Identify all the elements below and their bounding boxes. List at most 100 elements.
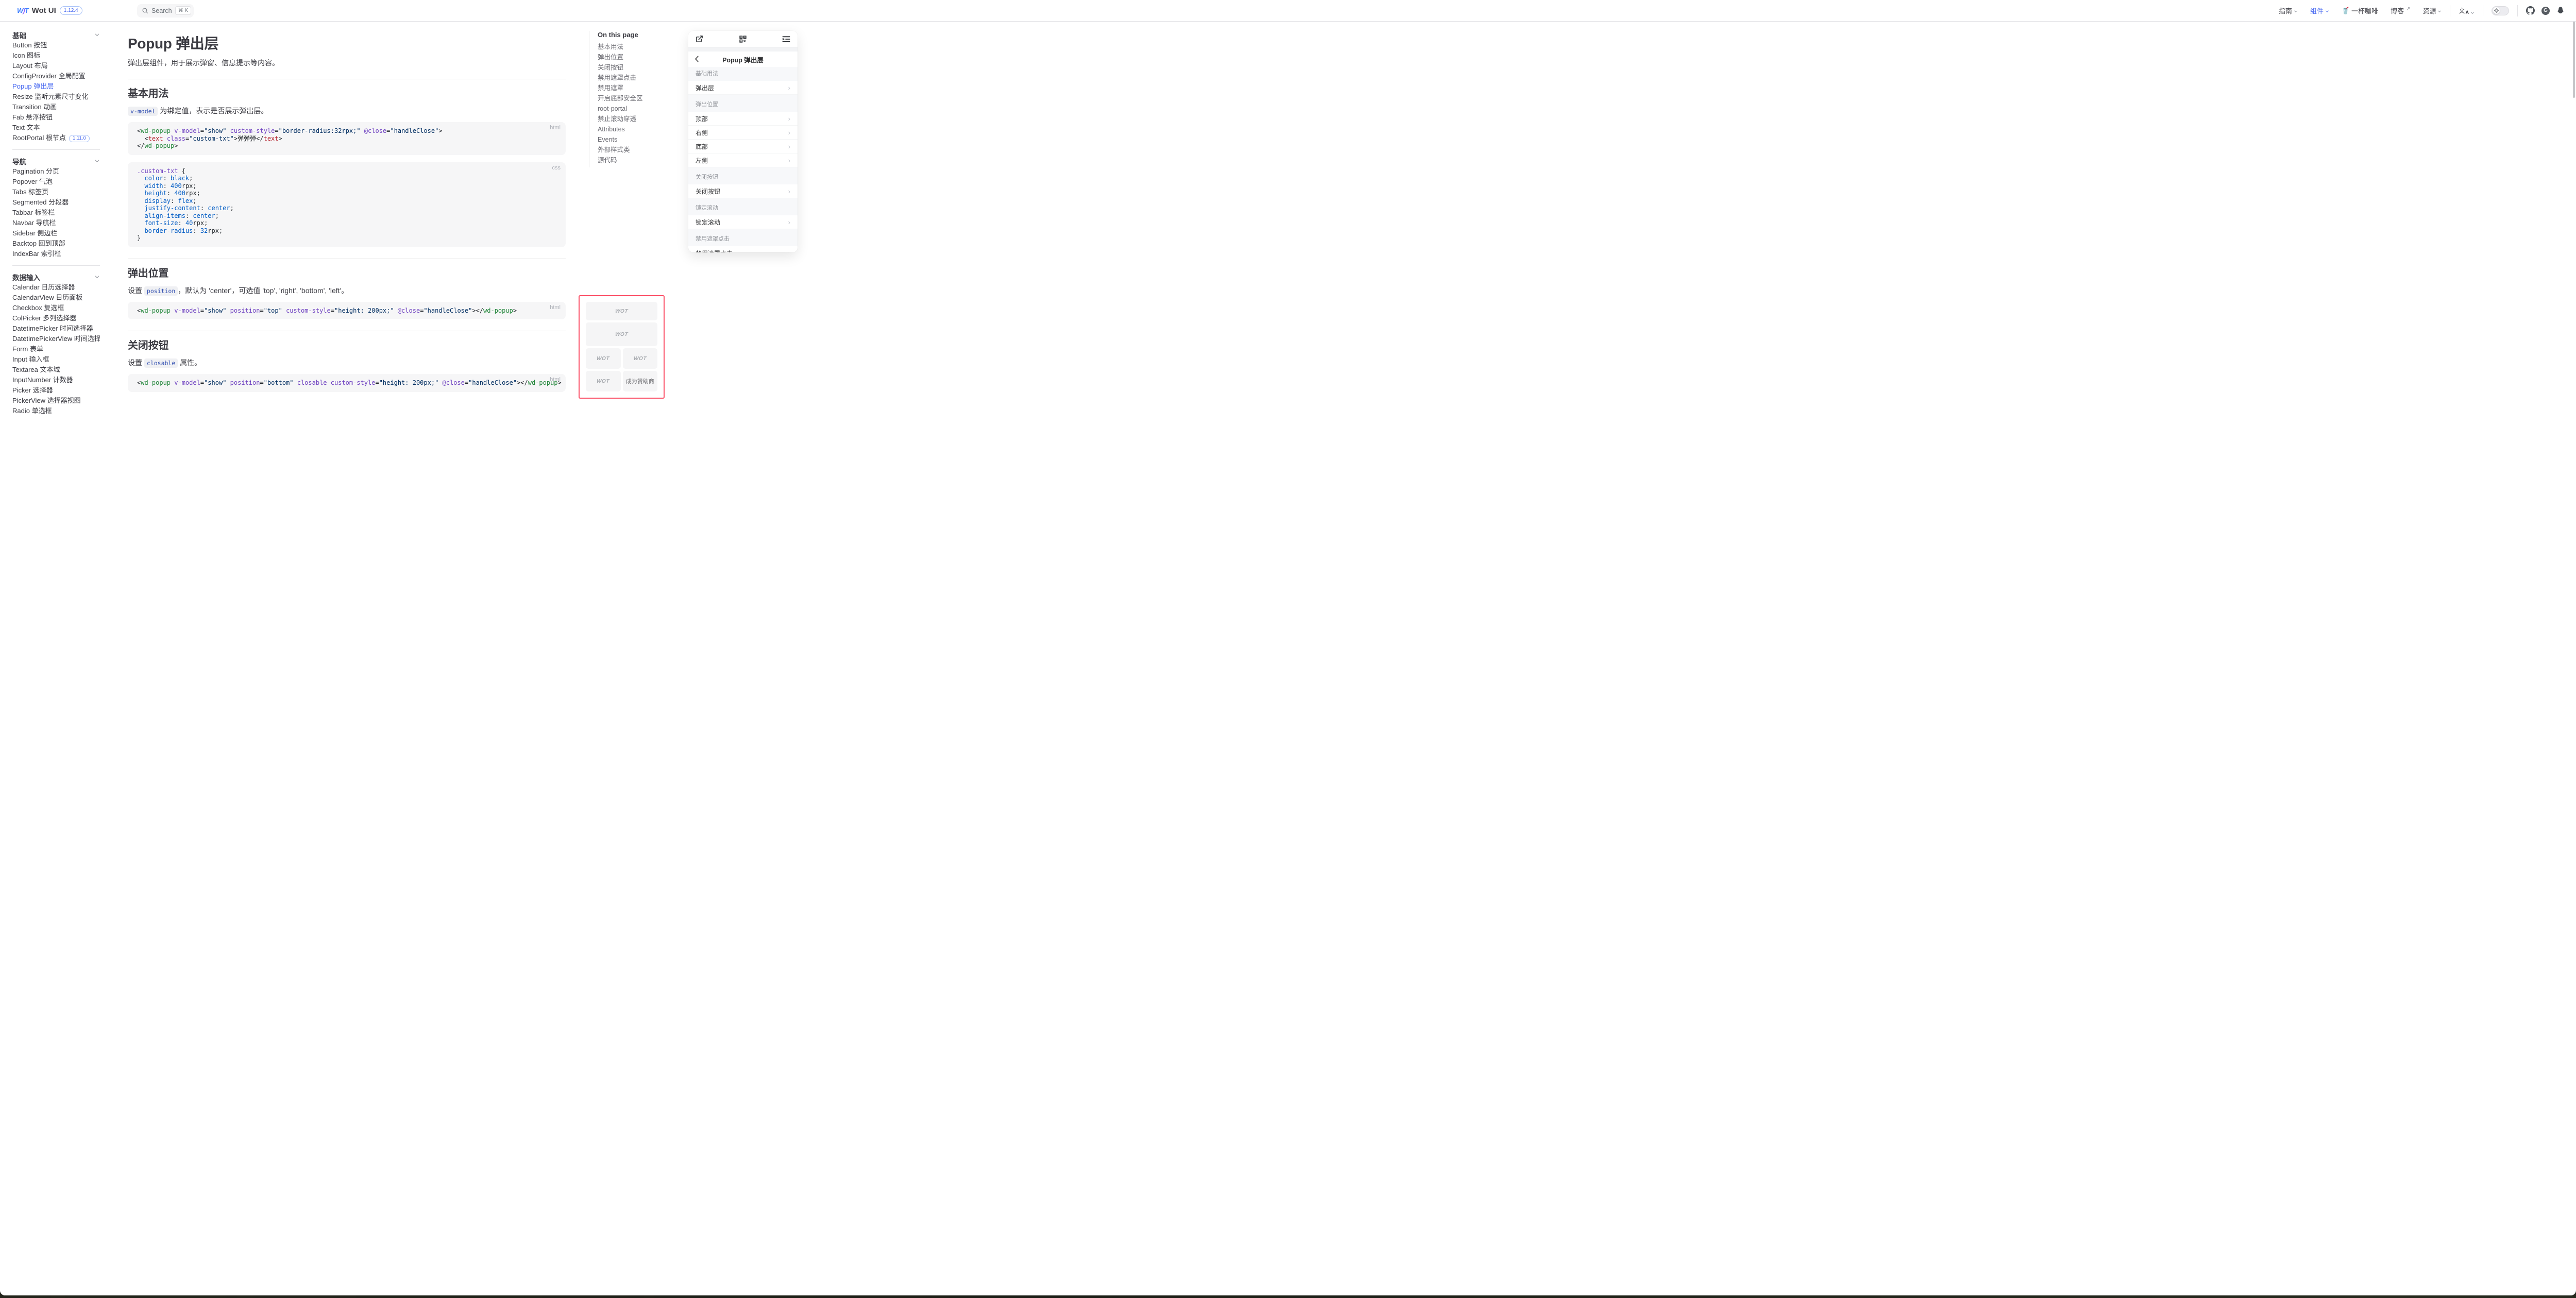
sun-icon <box>2493 7 2500 14</box>
sidebar-section-title[interactable]: 基础 <box>12 30 100 40</box>
nav-item-2[interactable]: 组件 <box>2310 6 2329 15</box>
sidebar-item[interactable]: Text 文本 <box>12 123 100 133</box>
toc-item[interactable]: 基本用法 <box>598 44 676 50</box>
sidebar-item[interactable]: Backtop 回到顶部 <box>12 238 100 249</box>
code-block-css[interactable]: css.custom-txt { color: black; width: 40… <box>128 162 566 247</box>
demo-cell[interactable]: 左侧› <box>688 153 798 167</box>
on-this-page: On this page 基本用法弹出位置关闭按钮禁用遮罩点击禁用遮罩开启底部安… <box>589 31 676 167</box>
code-block-html[interactable]: html<wd-popup v-model="show" position="b… <box>128 374 566 392</box>
gitee-icon[interactable]: G <box>2541 7 2550 15</box>
sidebar-item[interactable]: DatetimePicker 时间选择器 <box>12 323 100 334</box>
sidebar-item[interactable]: Button 按钮 <box>12 40 100 50</box>
sidebar-item[interactable]: Transition 动画 <box>12 102 100 112</box>
toc-item[interactable]: 弹出位置 <box>598 54 676 60</box>
toc-item[interactable]: Attributes <box>598 126 676 132</box>
toc-item[interactable]: 禁止滚动穿透 <box>598 116 676 122</box>
sidebar-item[interactable]: Fab 悬浮按钮 <box>12 112 100 123</box>
github-icon[interactable] <box>2526 6 2535 15</box>
code-block-html[interactable]: html<wd-popup v-model="show" custom-styl… <box>128 122 566 155</box>
code-line: font-size: 40rpx; <box>137 219 556 227</box>
nav-item-1[interactable]: 指南 <box>2279 6 2298 15</box>
sidebar-item[interactable]: Textarea 文本域 <box>12 365 100 375</box>
sidebar-item[interactable]: Navbar 导航栏 <box>12 218 100 228</box>
sidebar-section-3: 数据输入Calendar 日历选择器CalendarView 日历面板Check… <box>12 265 100 416</box>
sidebar-item[interactable]: Sidebar 侧边栏 <box>12 228 100 238</box>
toc-item[interactable]: Events <box>598 136 676 143</box>
sidebar-item[interactable]: PickerView 选择器视图 <box>12 396 100 406</box>
sponsor-tile[interactable]: WOT <box>586 348 621 369</box>
chevron-right-icon: › <box>788 115 790 122</box>
sidebar-item[interactable]: Segmented 分段器 <box>12 197 100 208</box>
sidebar-item[interactable]: Picker 选择器 <box>12 385 100 396</box>
site-header: W)T Wot UI 1.12.4 Search ⌘ K 指南 组件 🥤一杯咖啡 博客… <box>0 0 2576 22</box>
sidebar-item[interactable]: Pagination 分页 <box>12 166 100 177</box>
external-link-icon[interactable] <box>696 35 703 43</box>
sponsor-tile[interactable]: WOT <box>586 302 657 320</box>
demo-cell[interactable]: 禁用遮罩点击› <box>688 246 798 252</box>
sidebar-item[interactable]: Resize 监听元素尺寸变化 <box>12 92 100 102</box>
sidebar-item[interactable]: Radio 单选框 <box>12 406 100 416</box>
search-input[interactable]: Search ⌘ K <box>137 4 194 18</box>
sidebar-item[interactable]: Popup 弹出层 <box>12 81 100 92</box>
sidebar-item[interactable]: ColPicker 多列选择器 <box>12 313 100 323</box>
sidebar-item[interactable]: Calendar 日历选择器 <box>12 282 100 293</box>
nav-item-4[interactable]: 博客↗ <box>2391 6 2410 15</box>
sidebar-item[interactable]: DatetimePickerView 时间选择器视图 <box>12 334 100 344</box>
toc-item[interactable]: 开启底部安全区 <box>598 95 676 101</box>
code-token: font-size <box>144 219 178 227</box>
site-title: Wot UI <box>32 6 56 15</box>
demo-cell[interactable]: 右侧› <box>688 126 798 140</box>
toc-item[interactable]: 外部样式类 <box>598 147 676 153</box>
code-token: v-model <box>174 379 200 386</box>
become-sponsor-button[interactable]: 成为赞助商 <box>623 371 658 391</box>
qq-icon[interactable] <box>2556 6 2565 15</box>
nav-item-3[interactable]: 🥤一杯咖啡 <box>2342 6 2378 15</box>
code-token <box>137 227 144 234</box>
toc-item[interactable]: 源代码 <box>598 157 676 163</box>
sidebar-item[interactable]: Icon 图标 <box>12 50 100 61</box>
page-scrollbar[interactable] <box>2573 15 2575 98</box>
sidebar-item[interactable]: Popover 气泡 <box>12 177 100 187</box>
demo-cell[interactable]: 锁定滚动› <box>688 215 798 229</box>
demo-cell[interactable]: 顶部› <box>688 112 798 126</box>
language-select[interactable]: 文A <box>2459 6 2475 15</box>
demo-cell[interactable]: 底部› <box>688 140 798 153</box>
code-block-html[interactable]: html<wd-popup v-model="show" position="t… <box>128 302 566 320</box>
sidebar-item[interactable]: RootPortal 根节点1.11.0 <box>12 133 100 143</box>
toc-item[interactable]: 禁用遮罩点击 <box>598 75 676 81</box>
code-token <box>226 379 230 386</box>
sidebar-item[interactable]: Tabbar 标签栏 <box>12 208 100 218</box>
sidebar-section-title[interactable]: 导航 <box>12 156 100 166</box>
sidebar-item[interactable]: IndexBar 索引栏 <box>12 249 100 259</box>
back-chevron-icon[interactable] <box>694 56 699 62</box>
sidebar-item[interactable]: CalendarView 日历面板 <box>12 293 100 303</box>
theme-toggle[interactable] <box>2492 6 2509 15</box>
description-text: 设置 <box>128 286 144 295</box>
version-badge[interactable]: 1.12.4 <box>60 6 82 15</box>
toc-item[interactable]: root-portal <box>598 106 676 112</box>
sidebar-item[interactable]: Input 输入框 <box>12 354 100 365</box>
toc-item[interactable]: 禁用遮罩 <box>598 85 676 91</box>
search-icon <box>142 7 148 14</box>
demo-group-label: 基础用法 <box>688 67 798 81</box>
sponsor-tile[interactable]: WOT <box>586 371 621 391</box>
sidebar-item[interactable]: Checkbox 复选框 <box>12 303 100 313</box>
demo-cell[interactable]: 弹出层› <box>688 81 798 95</box>
sidebar-item[interactable]: Layout 布局 <box>12 61 100 71</box>
sidebar-item[interactable]: Tabs 标签页 <box>12 187 100 197</box>
sidebar-item[interactable]: Form 表单 <box>12 344 100 354</box>
sponsor-tile[interactable]: WOT <box>586 322 657 346</box>
qr-code-icon[interactable] <box>739 35 747 43</box>
collapse-menu-icon[interactable] <box>782 36 790 43</box>
demo-cell[interactable]: 关闭按钮› <box>688 184 798 198</box>
sponsor-tile[interactable]: WOT <box>623 348 658 369</box>
toc-item[interactable]: 关闭按钮 <box>598 64 676 71</box>
sidebar-item-label: RootPortal 根节点 <box>12 134 66 142</box>
nav-item-5[interactable]: 资源 <box>2422 6 2442 15</box>
site-logo[interactable]: W)T Wot UI 1.12.4 <box>17 6 120 15</box>
sidebar-item[interactable]: ConfigProvider 全局配置 <box>12 71 100 81</box>
code-token: "show" <box>204 379 226 386</box>
sidebar-section-title[interactable]: 数据输入 <box>12 272 100 282</box>
sidebar-item[interactable]: InputNumber 计数器 <box>12 375 100 385</box>
sidebar-item-label: Checkbox 复选框 <box>12 304 64 312</box>
